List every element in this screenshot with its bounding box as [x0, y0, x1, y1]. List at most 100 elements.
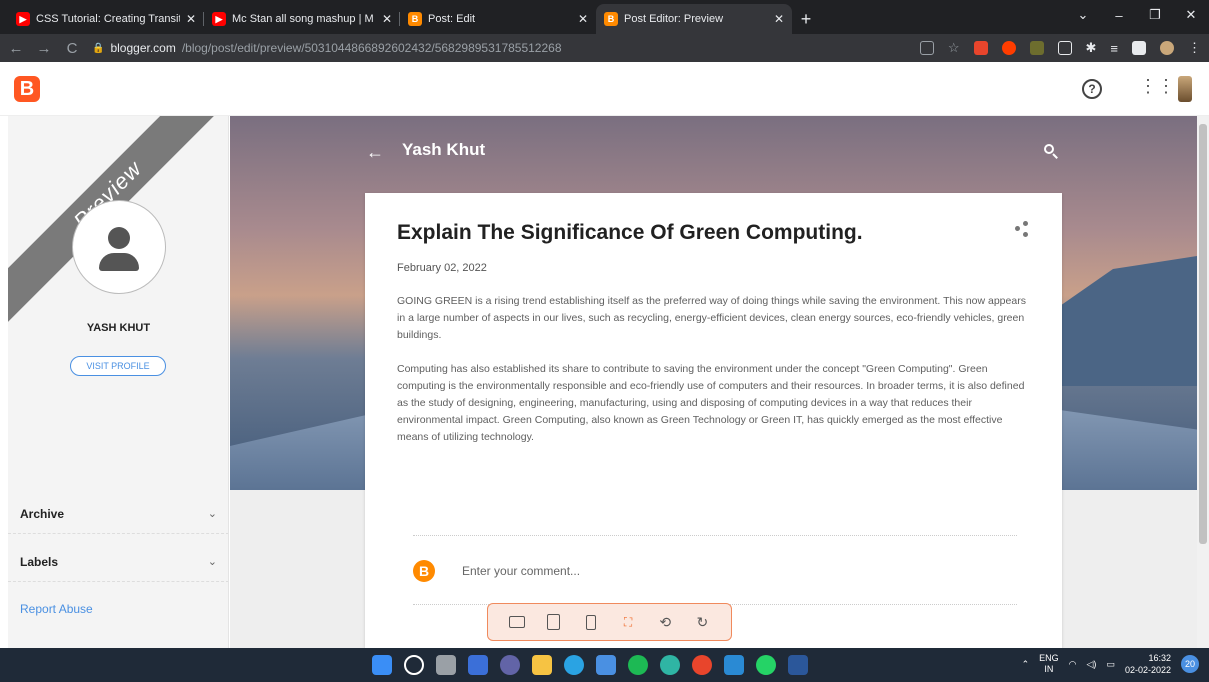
notification-badge[interactable]: 20 — [1181, 655, 1199, 673]
phone-icon — [585, 614, 596, 630]
account-avatar[interactable] — [1178, 76, 1192, 102]
desktop-view-button[interactable] — [508, 613, 526, 631]
window-controls: ⌄ – ❐ ✕ — [1065, 0, 1209, 30]
profile-avatar — [72, 200, 166, 294]
whatsapp-icon[interactable] — [756, 655, 776, 675]
extension-icon[interactable] — [1029, 41, 1044, 55]
rotate-icon[interactable]: ⟲ — [656, 613, 674, 631]
blog-sidebar: Preview YASH KHUT VISIT PROFILE Archive … — [8, 116, 229, 648]
person-icon-body — [99, 253, 139, 271]
sidebar-labels[interactable]: Labels ⌄ — [8, 542, 228, 582]
new-tab-button[interactable]: + — [792, 4, 820, 34]
profile-avatar-icon[interactable] — [1160, 41, 1174, 55]
browser-tab[interactable]: ▶ CSS Tutorial: Creating Transitions ✕ — [8, 4, 204, 34]
tab-title: Post: Edit — [428, 13, 476, 25]
edge-icon[interactable] — [660, 655, 680, 675]
tablet-view-button[interactable] — [545, 613, 563, 631]
clock[interactable]: 16:32 02-02-2022 — [1125, 652, 1171, 676]
minimize-icon[interactable]: – — [1101, 8, 1137, 23]
close-icon[interactable]: ✕ — [382, 12, 392, 26]
extension-icon[interactable] — [1057, 41, 1072, 55]
post-date: February 02, 2022 — [397, 262, 487, 274]
language-indicator[interactable]: ENG IN — [1039, 653, 1059, 675]
back-arrow-icon[interactable]: ← — [366, 142, 384, 163]
widgets-icon[interactable] — [468, 655, 488, 675]
youtube-icon: ▶ — [16, 12, 30, 26]
url-field[interactable]: 🔒 blogger.com/blog/post/edit/preview/503… — [92, 36, 908, 60]
maximize-icon[interactable]: ❐ — [1137, 7, 1173, 23]
telegram-icon[interactable] — [564, 655, 584, 675]
tablet-icon — [547, 614, 561, 630]
word-icon[interactable] — [788, 655, 808, 675]
scrollbar-thumb[interactable] — [1199, 124, 1207, 544]
task-view-icon[interactable] — [436, 655, 456, 675]
blogger-logo-icon[interactable]: B — [14, 76, 40, 102]
share-page-icon[interactable] — [919, 41, 934, 55]
url-path: /blog/post/edit/preview/5031044866892602… — [181, 41, 562, 55]
page-scrollbar[interactable] — [1197, 116, 1209, 648]
volume-icon[interactable]: ◁) — [1087, 659, 1097, 670]
search-icon[interactable] — [1044, 144, 1060, 160]
extension-icon[interactable] — [1001, 41, 1016, 55]
hero-mountain — [1057, 256, 1197, 386]
clock-time: 16:32 — [1148, 653, 1171, 663]
reload-icon[interactable]: C — [64, 40, 80, 57]
close-icon[interactable]: ✕ — [578, 12, 588, 26]
help-icon[interactable]: ? — [1082, 79, 1102, 99]
blog-title[interactable]: Yash Khut — [402, 140, 485, 160]
file-explorer-icon[interactable] — [532, 655, 552, 675]
post-card: Explain The Significance Of Green Comput… — [365, 193, 1062, 648]
post-preview: ← Yash Khut Explain The Significance Of … — [230, 116, 1197, 648]
browser-tab-active[interactable]: B Post Editor: Preview ✕ — [596, 4, 792, 34]
tab-title: CSS Tutorial: Creating Transitions — [36, 13, 180, 25]
chevron-down-icon: ⌄ — [207, 508, 217, 520]
taskbar-apps — [372, 655, 808, 675]
search-icon[interactable] — [404, 655, 424, 675]
battery-icon[interactable]: ▭ — [1106, 659, 1115, 670]
fit-screen-icon[interactable]: ⛶ — [619, 613, 637, 631]
close-window-icon[interactable]: ✕ — [1173, 7, 1209, 23]
post-paragraph: Computing has also established its share… — [397, 363, 1025, 443]
sidebar-archive[interactable]: Archive ⌄ — [8, 494, 228, 534]
store-icon[interactable] — [596, 655, 616, 675]
back-icon[interactable]: ← — [8, 40, 24, 57]
wifi-icon[interactable]: ◠ — [1069, 659, 1077, 670]
comment-divider — [413, 535, 1017, 536]
close-icon[interactable]: ✕ — [774, 12, 784, 26]
browser-tab[interactable]: B Post: Edit ✕ — [400, 4, 596, 34]
browser-tab[interactable]: ▶ Mc Stan all song mashup | M ✕ — [204, 4, 400, 34]
share-icon[interactable] — [1015, 221, 1029, 237]
address-bar: ← → C 🔒 blogger.com/blog/post/edit/previ… — [0, 34, 1209, 62]
post-title: Explain The Significance Of Green Comput… — [397, 221, 863, 244]
menu-kebab-icon[interactable]: ⋮ — [1188, 40, 1201, 56]
post-paragraph: GOING GREEN is a rising trend establishi… — [397, 295, 1026, 341]
teams-icon[interactable] — [500, 655, 520, 675]
start-icon[interactable] — [372, 655, 392, 675]
chrome-icon[interactable] — [692, 655, 712, 675]
reading-list-icon[interactable]: ≡ — [1110, 41, 1118, 56]
comment-input[interactable] — [462, 562, 962, 580]
report-abuse-link[interactable]: Report Abuse — [20, 602, 93, 616]
extensions-area: ☆ ✱ ≡ ⋮ — [919, 40, 1201, 56]
tab-title: Mc Stan all song mashup | M — [232, 13, 374, 25]
blogger-icon: B — [408, 12, 422, 26]
lock-icon[interactable]: 🔒 — [92, 43, 104, 54]
youtube-icon: ▶ — [212, 12, 226, 26]
chevron-down-icon: ⌄ — [207, 556, 217, 568]
tab-search-icon[interactable]: ⌄ — [1065, 7, 1101, 23]
chevron-up-icon[interactable]: ⌃ — [1022, 659, 1030, 670]
os-taskbar: ⌃ ENG IN ◠ ◁) ▭ 16:32 02-02-2022 20 — [0, 648, 1209, 682]
refresh-icon[interactable]: ↻ — [693, 613, 711, 631]
side-panel-icon[interactable] — [1132, 41, 1146, 55]
bookmark-star-icon[interactable]: ☆ — [948, 40, 960, 56]
forward-icon[interactable]: → — [36, 40, 52, 57]
spotify-icon[interactable] — [628, 655, 648, 675]
extension-icon[interactable] — [973, 41, 988, 55]
close-icon[interactable]: ✕ — [186, 12, 196, 26]
clock-date: 02-02-2022 — [1124, 665, 1171, 675]
device-preview-toolbar: ⛶ ⟲ ↻ — [487, 603, 732, 641]
visit-profile-button[interactable]: VISIT PROFILE — [70, 356, 166, 376]
mobile-view-button[interactable] — [582, 613, 600, 631]
vscode-icon[interactable] — [724, 655, 744, 675]
extensions-puzzle-icon[interactable]: ✱ — [1086, 40, 1097, 56]
